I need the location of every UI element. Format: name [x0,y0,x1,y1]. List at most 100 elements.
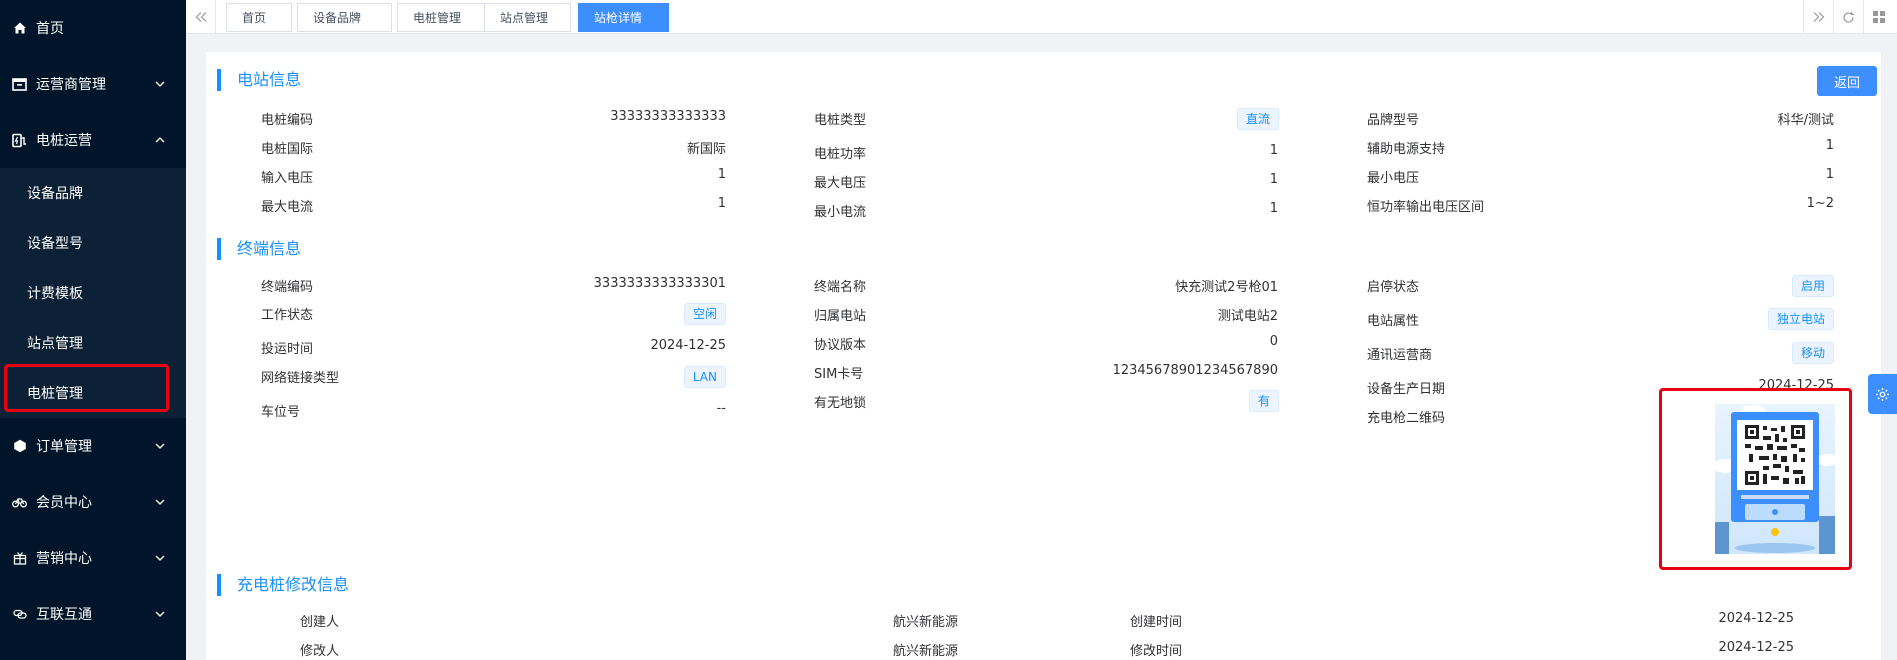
field-value: 12345678901234567890 [1112,363,1278,378]
field-label: 工作状态 [261,308,314,323]
chevron-down-icon [155,499,165,505]
field-value: 1 [717,196,726,211]
sidebar-item-label: 计费模板 [27,286,83,302]
field-label: 电桩国际 [261,142,314,157]
tab-pile-mgmt[interactable]: 电桩管理 [397,3,492,32]
chevron-up-icon [155,137,165,143]
field-value: 1~2 [1806,196,1834,211]
tab-label: 站点管理 [500,11,549,25]
menu-interconnect[interactable]: 互联互通 [0,586,186,642]
settings-button[interactable] [1868,374,1897,414]
field-label: 品牌型号 [1367,113,1420,128]
sidebar: 首页 运营商管理 电桩运营 设备品牌 设备型号 计费模板 站点管理 电桩管理 订… [0,0,186,660]
back-button[interactable]: 返回 [1817,66,1877,96]
chevron-down-icon [155,555,165,561]
menu-home[interactable]: 首页 [0,0,186,56]
field-label: 创建时间 [1130,615,1183,630]
field-label: 终端名称 [814,280,867,295]
field-label: 网络链接类型 [261,371,340,386]
field-label: SIM卡号 [814,367,864,382]
field-value: 1 [1825,167,1834,182]
menu-member-center-label: 会员中心 [36,495,92,511]
double-chevron-right-icon [1813,12,1824,22]
tab-home[interactable]: 首页 [226,3,292,32]
field-label: 协议版本 [814,338,867,353]
menu-order-mgmt-label: 订单管理 [36,439,92,455]
submenu-pile-ops: 设备品牌 设备型号 计费模板 站点管理 电桩管理 [0,168,186,418]
tab-site-mgmt[interactable]: 站点管理 [484,3,571,32]
tab-menu-button[interactable] [1863,0,1893,34]
link-icon [12,607,27,622]
field-value: 1 [1269,201,1278,216]
tab-gun-detail[interactable]: 站枪详情 [578,3,669,32]
sidebar-item-label: 站点管理 [27,336,83,352]
field-label: 终端编码 [261,280,314,295]
menu-pile-ops-label: 电桩运营 [36,133,92,149]
tab-label: 首页 [242,11,267,25]
field-label: 恒功率输出电压区间 [1367,200,1485,215]
charging-gun-qr-code-image [1715,404,1835,554]
sidebar-item-pile-mgmt[interactable]: 电桩管理 [0,368,186,418]
field-label: 电站属性 [1367,314,1420,329]
menu-marketing-center[interactable]: 营销中心 [0,530,186,586]
sidebar-item-device-model[interactable]: 设备型号 [0,218,186,268]
tab-label: 站枪详情 [594,11,643,25]
field-label: 电桩编码 [261,113,314,128]
menu-order-mgmt[interactable]: 订单管理 [0,418,186,474]
field-label: 充电枪二维码 [1367,411,1446,426]
home-icon [12,21,27,36]
field-value: 2024-12-25 [1718,640,1794,655]
field-label: 电桩类型 [814,113,867,128]
ground-lock-tag: 有 [1248,390,1279,412]
field-value: 3333333333333301 [593,276,726,291]
gift-icon [12,551,27,566]
field-label: 最小电流 [814,205,867,220]
field-label: 最大电流 [261,200,314,215]
refresh-button[interactable] [1833,0,1863,34]
menu-interconnect-label: 互联互通 [36,607,92,623]
field-label: 电桩功率 [814,147,867,162]
tab-label: 设备品牌 [313,11,362,25]
charging-pile-icon [12,133,27,148]
menu-operator-mgmt-label: 运营商管理 [36,77,106,93]
gear-icon [1876,387,1889,401]
field-label: 创建人 [300,615,340,630]
menu-operator-mgmt[interactable]: 运营商管理 [0,56,186,112]
field-label: 归属电站 [814,309,867,324]
field-label: 车位号 [261,405,301,420]
field-label: 辅助电源支持 [1367,142,1446,157]
field-label: 输入电压 [261,171,314,186]
sidebar-item-billing-template[interactable]: 计费模板 [0,268,186,318]
scroll-right-button[interactable] [1803,0,1833,34]
carrier-tag: 移动 [1791,342,1834,364]
sidebar-item-device-brand[interactable]: 设备品牌 [0,168,186,218]
sidebar-item-label: 设备型号 [27,236,83,252]
double-chevron-left-icon [195,12,206,22]
field-value: 新国际 [686,142,726,157]
field-value: 科华/测试 [1777,113,1834,128]
menu-marketing-center-label: 营销中心 [36,551,92,567]
scroll-left-button[interactable] [186,0,216,34]
start-stop-status-tag: 启用 [1791,275,1834,297]
tab-bar: 首页 设备品牌 电桩管理 站点管理 站枪详情 [186,0,1897,34]
tab-device-brand[interactable]: 设备品牌 [297,3,392,32]
field-value: 2024-12-25 [1758,378,1834,393]
field-label: 设备生产日期 [1367,382,1446,397]
field-label: 通讯运营商 [1367,348,1433,363]
pile-type-tag: 直流 [1236,108,1279,130]
field-value: 33333333333333 [610,109,726,124]
menu-pile-ops[interactable]: 电桩运营 [0,112,186,168]
chevron-down-icon [155,611,165,617]
field-label: 启停状态 [1367,280,1420,295]
field-label: 修改人 [300,644,340,659]
field-label: 有无地锁 [814,396,867,411]
field-label: 最大电压 [814,176,867,191]
content-panel [206,52,1881,660]
field-value: 航兴新能源 [893,644,959,659]
tab-label: 电桩管理 [413,11,462,25]
chevron-down-icon [155,443,165,449]
menu-home-label: 首页 [36,21,64,37]
menu-member-center[interactable]: 会员中心 [0,474,186,530]
field-value: 快充测试2号枪01 [1175,280,1278,295]
sidebar-item-site-mgmt[interactable]: 站点管理 [0,318,186,368]
